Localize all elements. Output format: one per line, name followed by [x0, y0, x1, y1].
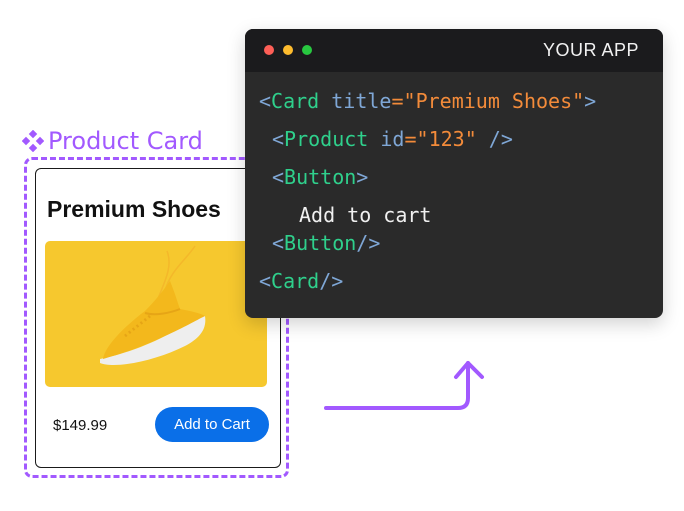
code-tag: Product	[284, 127, 369, 151]
maximize-window-icon[interactable]	[302, 45, 312, 55]
code-line: <Button/>	[272, 231, 380, 255]
code-punct: =	[404, 127, 417, 151]
code-string: "123"	[416, 127, 477, 151]
code-text: Add to cart	[299, 203, 432, 227]
code-tag: Card	[271, 269, 320, 293]
sneaker-icon	[100, 245, 206, 366]
code-punct: />	[319, 269, 344, 293]
card-title: Premium Shoes	[47, 196, 221, 222]
product-image	[45, 241, 267, 387]
four-diamonds-icon	[22, 130, 44, 152]
add-to-cart-button[interactable]: Add to Cart	[155, 407, 269, 442]
code-punct: <	[259, 269, 272, 293]
code-punct: <	[259, 89, 272, 113]
code-line: <Card title="Premium Shoes">	[259, 89, 596, 113]
code-line: <Button>	[272, 165, 368, 189]
minimize-window-icon[interactable]	[283, 45, 293, 55]
code-line: Add to cart	[299, 203, 431, 227]
code-line: <Card/>	[259, 269, 343, 293]
code-punct: <	[272, 127, 285, 151]
code-punct: <	[272, 231, 285, 255]
product-card-label-text: Product Card	[48, 127, 203, 155]
code-punct: >	[584, 89, 597, 113]
code-attr: id	[380, 127, 405, 151]
price: $149.99	[53, 417, 108, 434]
code-punct: />	[356, 231, 381, 255]
code-punct: <	[272, 165, 285, 189]
code-punct: >	[356, 165, 369, 189]
code-window: YOUR APP <Card title="Premium Shoes"> <P…	[245, 29, 663, 318]
window-title: YOUR APP	[542, 40, 639, 60]
window-titlebar: YOUR APP	[245, 29, 663, 72]
product-card-label: Product Card	[22, 125, 203, 157]
code-tag: Button	[284, 165, 357, 189]
code-tag: Card	[271, 89, 320, 113]
code-punct: />	[476, 127, 513, 151]
code-tag: Button	[284, 231, 357, 255]
code-punct: =	[391, 89, 404, 113]
code-line: <Product id="123" />	[272, 127, 513, 151]
code-string: "Premium Shoes"	[403, 89, 585, 113]
arrow-up-right-icon	[324, 361, 484, 410]
code-attr: title	[331, 89, 392, 113]
close-window-icon[interactable]	[264, 45, 274, 55]
